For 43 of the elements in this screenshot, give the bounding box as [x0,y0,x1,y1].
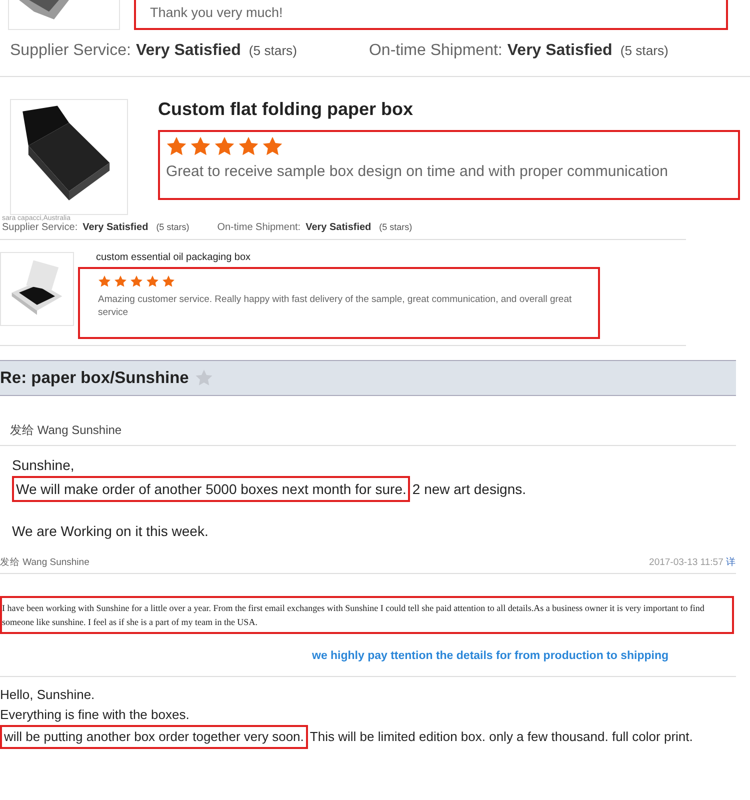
details-link[interactable]: 详 [726,557,736,568]
rating-value: Very Satisfied [136,42,241,60]
rating-count: (5 stars) [248,43,297,58]
product-title: Custom flat folding paper box [158,99,414,120]
star-icon [262,136,283,157]
star-icon[interactable] [194,369,213,387]
message-date: 2017-03-13 11:57 [649,557,724,568]
rating-label: Supplier Service: [10,42,131,60]
rating-count: (5 stars) [620,43,668,58]
message-subject: Re: paper box/Sunshine [0,368,189,388]
message-line: We are Working on it this week. [12,522,210,541]
message-line: Everything is fine with the boxes. [0,706,190,724]
rating-count: (5 stars) [379,222,412,232]
highlighted-text: We will make order of another 5000 boxes next month for sure. [12,476,410,502]
star-icon [238,136,259,157]
caption-text: we highly pay ttention the details for from production to shipping [312,650,668,662]
message-line: 2 new art designs. [412,480,526,499]
star-icon [146,275,159,288]
star-icon [190,136,211,157]
sender: 发给 Wang Sunshine [0,556,90,569]
rating-value: Very Satisfied [507,42,612,60]
recipient: 发给 Wang Sunshine [0,396,736,446]
star-icon [162,275,175,288]
rating-count: (5 stars) [156,222,190,232]
rating-label: On-time Shipment: [368,42,502,60]
review-comment: Amazing customer service. Really happy with fast delivery of the sample, great communication, and overall great service [98,293,573,320]
product-title: custom essential oil packaging box [96,252,252,263]
star-icon [98,275,111,288]
star-icon [114,275,127,288]
message-line: This will be limited edition box. only a few thousand. full color print. [310,728,693,746]
testimonial-text: I have been working with Sunshine for a little over a year. From the first email exchanges with Sunshine I could tell she paid attention to all details.As a business owner it is very important to find someone like sunshine. I feel as if she is a part of my team in the USA. [2,603,704,626]
rating-value: Very Satisfied [82,222,148,233]
review-comment: Thank you very much! [150,5,283,20]
message-line: Sunshine, [12,456,76,475]
star-icon [214,136,235,157]
highlighted-text: will be putting another box order together very soon. [0,725,308,749]
star-icon [166,136,187,157]
rating-value: Very Satisfied [306,222,372,233]
star-icon [130,275,143,288]
review-comment: Great to receive sample box design on time and with proper communication [166,163,669,180]
message-line: Hello, Sunshine. [0,686,96,704]
rating-label: Supplier Service: [2,222,78,233]
rating-label: On-time Shipment: [217,222,301,233]
